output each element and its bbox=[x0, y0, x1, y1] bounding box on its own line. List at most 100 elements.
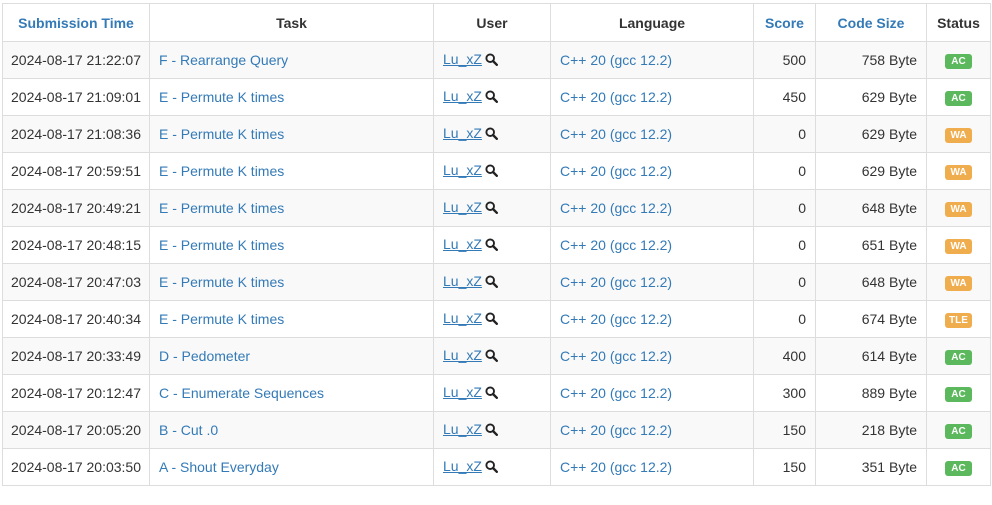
table-row: 2024-08-17 20:49:21 E - Permute K times … bbox=[2, 189, 991, 227]
task-link[interactable]: D - Pedometer bbox=[159, 348, 250, 364]
task-link[interactable]: C - Enumerate Sequences bbox=[159, 385, 324, 401]
submission-time-text: 2024-08-17 20:40:34 bbox=[11, 311, 141, 327]
search-icon[interactable] bbox=[485, 164, 498, 180]
header-code-size[interactable]: Code Size bbox=[815, 3, 927, 42]
search-icon[interactable] bbox=[485, 386, 498, 402]
task-link[interactable]: B - Cut .0 bbox=[159, 422, 218, 438]
submission-time: 2024-08-17 20:33:49 bbox=[2, 337, 150, 375]
language-link[interactable]: C++ 20 (gcc 12.2) bbox=[560, 311, 672, 327]
user-link[interactable]: Lu_xZ bbox=[443, 199, 482, 215]
task-cell: D - Pedometer bbox=[149, 337, 434, 375]
user-cell: Lu_xZ bbox=[433, 78, 551, 116]
table-row: 2024-08-17 20:05:20 B - Cut .0 Lu_xZ C++… bbox=[2, 411, 991, 449]
table-row: 2024-08-17 20:47:03 E - Permute K times … bbox=[2, 263, 991, 301]
language-cell: C++ 20 (gcc 12.2) bbox=[550, 152, 754, 190]
user-link[interactable]: Lu_xZ bbox=[443, 310, 482, 326]
user-link[interactable]: Lu_xZ bbox=[443, 421, 482, 437]
score-value: 0 bbox=[798, 200, 806, 216]
search-icon[interactable] bbox=[485, 238, 498, 254]
search-icon[interactable] bbox=[485, 275, 498, 291]
search-icon[interactable] bbox=[485, 460, 498, 476]
table-row: 2024-08-17 21:09:01 E - Permute K times … bbox=[2, 78, 991, 116]
user-link[interactable]: Lu_xZ bbox=[443, 347, 482, 363]
task-link[interactable]: E - Permute K times bbox=[159, 237, 284, 253]
task-cell: E - Permute K times bbox=[149, 226, 434, 264]
search-icon[interactable] bbox=[485, 90, 498, 106]
status-badge[interactable]: WA bbox=[945, 202, 972, 217]
submissions-table: Submission Time Task User Language Score… bbox=[2, 3, 991, 486]
language-cell: C++ 20 (gcc 12.2) bbox=[550, 448, 754, 486]
submission-time: 2024-08-17 20:05:20 bbox=[2, 411, 150, 449]
status-badge[interactable]: WA bbox=[945, 239, 972, 254]
search-icon[interactable] bbox=[485, 349, 498, 365]
submission-time: 2024-08-17 20:12:47 bbox=[2, 374, 150, 412]
status-cell: WA bbox=[926, 189, 991, 227]
language-link[interactable]: C++ 20 (gcc 12.2) bbox=[560, 237, 672, 253]
status-badge[interactable]: AC bbox=[945, 461, 972, 476]
code-size-value: 351 Byte bbox=[861, 459, 917, 475]
score-value: 150 bbox=[782, 422, 806, 438]
user-link[interactable]: Lu_xZ bbox=[443, 125, 482, 141]
language-link[interactable]: C++ 20 (gcc 12.2) bbox=[560, 126, 672, 142]
status-badge[interactable]: AC bbox=[945, 54, 972, 69]
language-cell: C++ 20 (gcc 12.2) bbox=[550, 374, 754, 412]
submissions-panel: Submission Time Task User Language Score… bbox=[2, 3, 991, 486]
user-link[interactable]: Lu_xZ bbox=[443, 88, 482, 104]
user-link[interactable]: Lu_xZ bbox=[443, 51, 482, 67]
submission-time-text: 2024-08-17 21:22:07 bbox=[11, 52, 141, 68]
status-badge[interactable]: WA bbox=[945, 276, 972, 291]
user-link[interactable]: Lu_xZ bbox=[443, 273, 482, 289]
language-link[interactable]: C++ 20 (gcc 12.2) bbox=[560, 459, 672, 475]
submission-time-text: 2024-08-17 20:33:49 bbox=[11, 348, 141, 364]
status-badge[interactable]: AC bbox=[945, 424, 972, 439]
submission-time-text: 2024-08-17 20:47:03 bbox=[11, 274, 141, 290]
task-cell: E - Permute K times bbox=[149, 263, 434, 301]
user-link[interactable]: Lu_xZ bbox=[443, 236, 482, 252]
user-link[interactable]: Lu_xZ bbox=[443, 458, 482, 474]
language-cell: C++ 20 (gcc 12.2) bbox=[550, 337, 754, 375]
task-link[interactable]: A - Shout Everyday bbox=[159, 459, 279, 475]
submission-time: 2024-08-17 20:47:03 bbox=[2, 263, 150, 301]
language-link[interactable]: C++ 20 (gcc 12.2) bbox=[560, 422, 672, 438]
status-badge[interactable]: WA bbox=[945, 128, 972, 143]
task-link[interactable]: E - Permute K times bbox=[159, 89, 284, 105]
task-link[interactable]: E - Permute K times bbox=[159, 274, 284, 290]
search-icon[interactable] bbox=[485, 53, 498, 69]
language-link[interactable]: C++ 20 (gcc 12.2) bbox=[560, 348, 672, 364]
code-size-cell: 651 Byte bbox=[815, 226, 927, 264]
table-row: 2024-08-17 21:08:36 E - Permute K times … bbox=[2, 115, 991, 153]
code-size-value: 629 Byte bbox=[861, 163, 917, 179]
search-icon[interactable] bbox=[485, 423, 498, 439]
header-score[interactable]: Score bbox=[753, 3, 816, 42]
language-link[interactable]: C++ 20 (gcc 12.2) bbox=[560, 385, 672, 401]
search-icon[interactable] bbox=[485, 312, 498, 328]
score-value: 0 bbox=[798, 126, 806, 142]
task-link[interactable]: E - Permute K times bbox=[159, 126, 284, 142]
header-user: User bbox=[433, 3, 551, 42]
score-cell: 0 bbox=[753, 263, 816, 301]
search-icon[interactable] bbox=[485, 127, 498, 143]
user-link[interactable]: Lu_xZ bbox=[443, 162, 482, 178]
status-badge[interactable]: WA bbox=[945, 165, 972, 180]
language-link[interactable]: C++ 20 (gcc 12.2) bbox=[560, 52, 672, 68]
status-cell: TLE bbox=[926, 300, 991, 338]
language-link[interactable]: C++ 20 (gcc 12.2) bbox=[560, 274, 672, 290]
language-link[interactable]: C++ 20 (gcc 12.2) bbox=[560, 89, 672, 105]
task-link[interactable]: E - Permute K times bbox=[159, 311, 284, 327]
status-badge[interactable]: AC bbox=[945, 387, 972, 402]
search-icon[interactable] bbox=[485, 201, 498, 217]
task-link[interactable]: F - Rearrange Query bbox=[159, 52, 288, 68]
language-cell: C++ 20 (gcc 12.2) bbox=[550, 263, 754, 301]
language-link[interactable]: C++ 20 (gcc 12.2) bbox=[560, 200, 672, 216]
language-link[interactable]: C++ 20 (gcc 12.2) bbox=[560, 163, 672, 179]
status-badge[interactable]: AC bbox=[945, 350, 972, 365]
task-link[interactable]: E - Permute K times bbox=[159, 200, 284, 216]
task-link[interactable]: E - Permute K times bbox=[159, 163, 284, 179]
language-cell: C++ 20 (gcc 12.2) bbox=[550, 189, 754, 227]
user-link[interactable]: Lu_xZ bbox=[443, 384, 482, 400]
code-size-cell: 218 Byte bbox=[815, 411, 927, 449]
submission-time-text: 2024-08-17 21:09:01 bbox=[11, 89, 141, 105]
header-submission-time[interactable]: Submission Time bbox=[2, 3, 150, 42]
status-badge[interactable]: TLE bbox=[945, 313, 972, 328]
status-badge[interactable]: AC bbox=[945, 91, 972, 106]
